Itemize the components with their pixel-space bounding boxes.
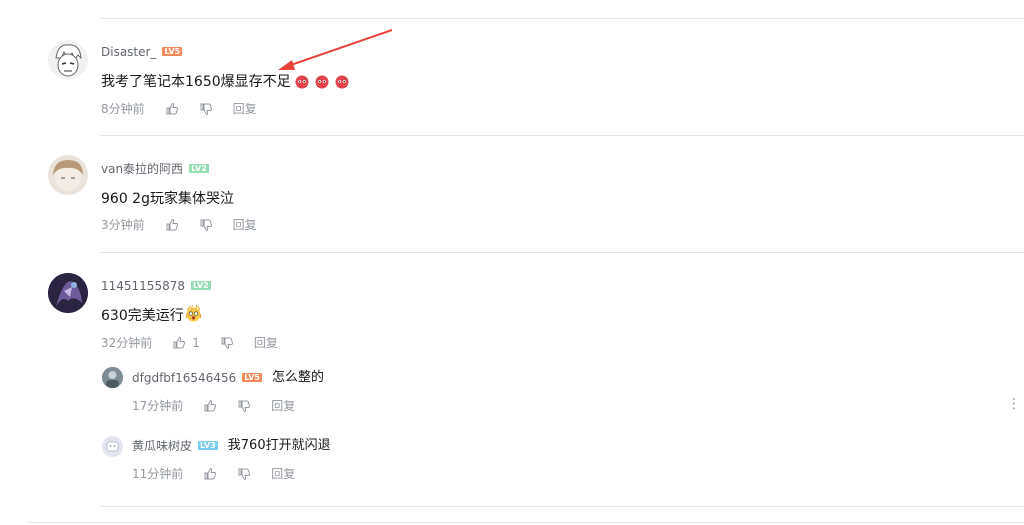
thumbs-up-icon <box>166 218 178 231</box>
reply-button[interactable]: 回复 <box>254 336 278 350</box>
username-text[interactable]: van泰拉的阿西 <box>101 162 183 176</box>
divider <box>100 252 1024 253</box>
reply-text: 怎么整的 <box>272 370 325 385</box>
level-badge: LV5 <box>242 372 262 382</box>
thumbs-down-icon <box>221 337 233 350</box>
reply-button[interactable]: 回复 <box>271 467 295 481</box>
username-text[interactable]: dfgdfbf16546456 <box>132 371 236 385</box>
like-button[interactable] <box>203 467 217 481</box>
timestamp: 32分钟前 <box>101 336 153 350</box>
timestamp: 17分钟前 <box>132 399 184 413</box>
angry-face-emoji-icon <box>295 75 309 89</box>
reply-header: 黄瓜味树皮 LV3 我760打开就闪退 <box>132 438 331 454</box>
level-badge: LV2 <box>189 164 209 173</box>
reply-text: 我760打开就闪退 <box>227 438 331 453</box>
avatar[interactable] <box>102 367 123 388</box>
like-button[interactable] <box>203 399 217 413</box>
avatar[interactable] <box>48 155 88 195</box>
username[interactable]: van泰拉的阿西 LV2 <box>101 162 209 176</box>
like-button[interactable] <box>165 102 179 116</box>
shocked-face-emoji-icon <box>185 304 202 321</box>
username-text[interactable]: Disaster_ <box>101 45 156 59</box>
thumbs-up-icon <box>204 467 217 480</box>
comment-meta: 8分钟前 回复 <box>101 102 257 116</box>
comment-meta: 3分钟前 回复 <box>101 218 257 232</box>
avatar[interactable] <box>48 40 88 80</box>
level-badge: LV2 <box>190 281 211 290</box>
thumbs-down-icon <box>200 219 212 232</box>
thumbs-down-icon <box>200 103 212 116</box>
timestamp: 8分钟前 <box>101 102 145 116</box>
comment-text-content: 我考了笔记本1650爆显存不足 <box>101 74 291 90</box>
dislike-button[interactable] <box>220 336 234 350</box>
avatar[interactable] <box>102 436 123 457</box>
comment-meta: 32分钟前 1 回复 <box>101 336 278 350</box>
reply-header: dfgdfbf16546456 LV5 怎么整的 <box>132 370 325 386</box>
divider <box>100 135 1024 136</box>
reply-button[interactable]: 回复 <box>271 399 295 413</box>
timestamp: 3分钟前 <box>101 218 145 232</box>
thumbs-up-icon <box>173 336 186 349</box>
angry-face-emoji-icon <box>335 75 349 89</box>
timestamp: 11分钟前 <box>132 467 184 481</box>
username[interactable]: Disaster_ LV5 <box>101 45 183 59</box>
thumbs-up-icon <box>166 102 178 115</box>
username[interactable]: 11451155878 LV2 <box>101 279 211 293</box>
level-badge: LV5 <box>162 47 183 56</box>
comment-text-content: 630完美运行 <box>101 308 184 324</box>
comment-text: 960 2g玩家集体哭泣 <box>101 191 234 207</box>
thumbs-down-icon <box>238 400 251 413</box>
username-text[interactable]: 11451155878 <box>101 279 185 293</box>
dislike-button[interactable] <box>237 467 251 481</box>
thumbs-down-icon <box>238 468 251 481</box>
comment-text: 我考了笔记本1650爆显存不足 <box>101 73 349 91</box>
comment-meta: 17分钟前 回复 <box>132 399 295 413</box>
divider <box>100 506 1024 507</box>
like-count: 1 <box>192 336 200 350</box>
divider-top <box>100 18 1024 19</box>
reply-button[interactable]: 回复 <box>233 218 257 232</box>
level-badge: LV3 <box>198 440 218 450</box>
thumbs-up-icon <box>204 399 217 412</box>
divider-bottom <box>28 522 1024 523</box>
username-text[interactable]: 黄瓜味树皮 <box>132 439 192 453</box>
angry-face-emoji-icon <box>315 75 329 89</box>
reply-button[interactable]: 回复 <box>233 102 257 116</box>
like-button[interactable]: 1 <box>172 336 200 350</box>
comment-text: 630完美运行 <box>101 304 202 325</box>
dislike-button[interactable] <box>199 218 213 232</box>
dislike-button[interactable] <box>199 102 213 116</box>
like-button[interactable] <box>165 218 179 232</box>
avatar[interactable] <box>48 273 88 313</box>
more-vertical-icon[interactable]: ⋮ <box>1007 397 1021 411</box>
comment-meta: 11分钟前 回复 <box>132 467 295 481</box>
dislike-button[interactable] <box>237 399 251 413</box>
